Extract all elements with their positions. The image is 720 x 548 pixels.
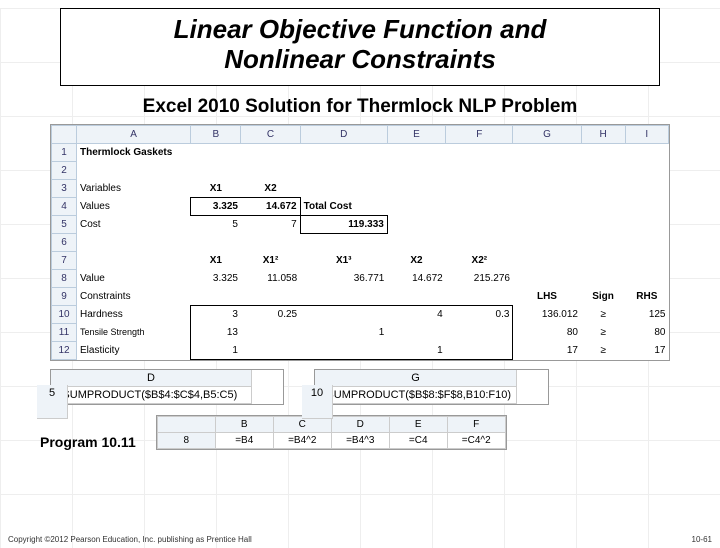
snip3-B8: =B4 (215, 432, 273, 448)
cell-E10: 4 (387, 305, 445, 323)
cell-A12: Elasticity (77, 341, 191, 359)
formula-snippet-row8: B C D E F 8 =B4 =B4^2 =B4^3 =C4 =C4^2 (156, 415, 507, 450)
cell-F8: 215.276 (446, 269, 513, 287)
cell-G12: 17 (513, 341, 581, 359)
cell-D8: 36.771 (300, 269, 387, 287)
title-line1: Linear Objective Function and (65, 15, 655, 45)
cell-C10: 0.25 (241, 305, 300, 323)
cell-C8: 11.058 (241, 269, 300, 287)
col-D: D (300, 125, 387, 143)
formula-snippet-D5: D =SUMPRODUCT($B$4:$C$4,B5:C5) 5 (50, 369, 284, 405)
snip3-col-B: B (215, 416, 273, 432)
cell-I9: RHS (625, 287, 668, 305)
cell-C7: X1² (241, 251, 300, 269)
title-box: Linear Objective Function and Nonlinear … (60, 8, 660, 86)
cell-A4: Values (77, 197, 191, 215)
cell-B5: 5 (191, 215, 241, 233)
cell-B8: 3.325 (191, 269, 241, 287)
cell-B12: 1 (191, 341, 241, 359)
cell-B10: 3 (191, 305, 241, 323)
cell-B7: X1 (191, 251, 241, 269)
cell-G9: LHS (513, 287, 581, 305)
program-label: Program 10.11 (40, 434, 136, 450)
cell-D5: 119.333 (300, 215, 387, 233)
cell-A5: Cost (77, 215, 191, 233)
subtitle: Excel 2010 Solution for Thermlock NLP Pr… (0, 96, 720, 118)
cell-E12: 1 (387, 341, 445, 359)
cell-C4: 14.672 (241, 197, 300, 215)
cell-G10: 136.012 (513, 305, 581, 323)
cell-C5: 7 (241, 215, 300, 233)
cell-A3: Variables (77, 179, 191, 197)
excel-screenshot-main: A B C D E F G H I 1Thermlock Gaskets 2 3… (50, 124, 670, 361)
cell-A8: Value (77, 269, 191, 287)
title-line2: Nonlinear Constraints (65, 45, 655, 75)
cell-A10: Hardness (77, 305, 191, 323)
snip3-col-E: E (389, 416, 447, 432)
col-C: C (241, 125, 300, 143)
cell-D4: Total Cost (300, 197, 387, 215)
snip3-row: 8 (157, 432, 215, 448)
cell-B11: 13 (191, 323, 241, 341)
snip1-val: =SUMPRODUCT($B$4:$C$4,B5:C5) (51, 387, 252, 404)
cell-H10: ≥ (581, 305, 625, 323)
col-G: G (513, 125, 581, 143)
cell-F7: X2² (446, 251, 513, 269)
cell-B3: X1 (191, 179, 241, 197)
snip3-col-F: F (447, 416, 505, 432)
snip2-col: G (315, 370, 517, 387)
cell-F10: 0.3 (446, 305, 513, 323)
snip1-col: D (51, 370, 252, 387)
snip3-D8: =B4^3 (331, 432, 389, 448)
cell-E8: 14.672 (387, 269, 445, 287)
col-H: H (581, 125, 625, 143)
snip2-val: =SUMPRODUCT($B$8:$F$8,B10:F10) (315, 387, 517, 404)
cell-D11: 1 (300, 323, 387, 341)
cell-I12: 17 (625, 341, 668, 359)
cell-A1: Thermlock Gaskets (77, 143, 301, 161)
snip3-E8: =C4 (389, 432, 447, 448)
cell-H12: ≥ (581, 341, 625, 359)
snip3-C8: =B4^2 (273, 432, 331, 448)
formula-snippet-G10: G =SUMPRODUCT($B$8:$F$8,B10:F10) 10 (314, 369, 549, 405)
col-B: B (191, 125, 241, 143)
cell-H9: Sign (581, 287, 625, 305)
snip3-F8: =C4^2 (447, 432, 505, 448)
snip1-row: 5 (37, 385, 68, 419)
cell-H11: ≥ (581, 323, 625, 341)
col-I: I (625, 125, 668, 143)
cell-I11: 80 (625, 323, 668, 341)
cell-E7: X2 (387, 251, 445, 269)
cell-C3: X2 (241, 179, 300, 197)
snip2-row: 10 (302, 385, 333, 419)
cell-B4: 3.325 (191, 197, 241, 215)
col-E: E (387, 125, 445, 143)
col-A: A (77, 125, 191, 143)
cell-G11: 80 (513, 323, 581, 341)
col-F: F (446, 125, 513, 143)
cell-A11: Tensile Strength (77, 323, 191, 341)
cell-I10: 125 (625, 305, 668, 323)
snip3-col-D: D (331, 416, 389, 432)
cell-A9: Constraints (77, 287, 191, 305)
cell-D7: X1³ (300, 251, 387, 269)
